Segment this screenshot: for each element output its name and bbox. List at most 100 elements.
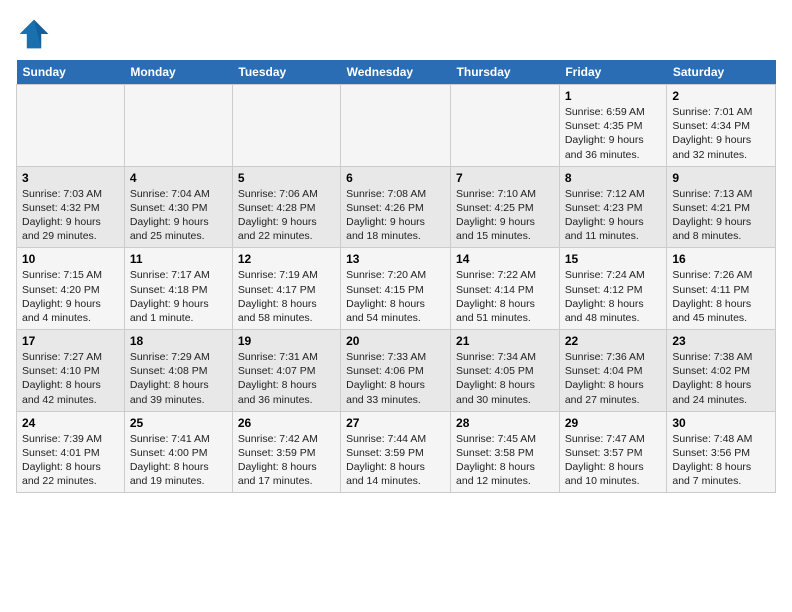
calendar-body: 1 Sunrise: 6:59 AM Sunset: 4:35 PM Daylig… <box>17 85 776 493</box>
weekday-header-monday: Monday <box>124 60 232 85</box>
calendar-cell: 24 Sunrise: 7:39 AM Sunset: 4:01 PM Dayli… <box>17 411 125 493</box>
calendar-cell: 6Sunrise: 7:08 AM Sunset: 4:26 PM Daylig… <box>341 166 451 248</box>
calendar-cell: 9Sunrise: 7:13 AM Sunset: 4:21 PM Daylig… <box>667 166 776 248</box>
weekday-header-saturday: Saturday <box>667 60 776 85</box>
day-number: 25 <box>130 416 227 430</box>
calendar-week-0: 1 Sunrise: 6:59 AM Sunset: 4:35 PM Daylig… <box>17 85 776 167</box>
day-info: Sunrise: 7:42 AM Sunset: 3:59 PM Dayligh… <box>238 432 335 489</box>
calendar-cell: 18 Sunrise: 7:29 AM Sunset: 4:08 PM Dayli… <box>124 330 232 412</box>
calendar-cell <box>17 85 125 167</box>
day-info: Sunrise: 7:17 AM Sunset: 4:18 PM Dayligh… <box>130 268 227 325</box>
calendar-cell: 11 Sunrise: 7:17 AM Sunset: 4:18 PM Dayli… <box>124 248 232 330</box>
calendar-cell <box>341 85 451 167</box>
day-number: 22 <box>565 334 662 348</box>
calendar-cell: 27 Sunrise: 7:44 AM Sunset: 3:59 PM Dayli… <box>341 411 451 493</box>
calendar-cell: 15 Sunrise: 7:24 AM Sunset: 4:12 PM Dayli… <box>559 248 667 330</box>
day-info: Sunrise: 7:13 AM Sunset: 4:21 PM Dayligh… <box>672 187 770 244</box>
day-number: 16 <box>672 252 770 266</box>
day-number: 29 <box>565 416 662 430</box>
calendar-cell: 23 Sunrise: 7:38 AM Sunset: 4:02 PM Dayli… <box>667 330 776 412</box>
day-number: 12 <box>238 252 335 266</box>
day-info: Sunrise: 7:31 AM Sunset: 4:07 PM Dayligh… <box>238 350 335 407</box>
day-number: 5 <box>238 171 335 185</box>
calendar-week-3: 17Sunrise: 7:27 AM Sunset: 4:10 PM Dayli… <box>17 330 776 412</box>
calendar-week-4: 24 Sunrise: 7:39 AM Sunset: 4:01 PM Dayli… <box>17 411 776 493</box>
day-number: 23 <box>672 334 770 348</box>
calendar-cell: 21 Sunrise: 7:34 AM Sunset: 4:05 PM Dayli… <box>451 330 560 412</box>
calendar-cell: 22 Sunrise: 7:36 AM Sunset: 4:04 PM Dayli… <box>559 330 667 412</box>
day-number: 10 <box>22 252 119 266</box>
day-info: Sunrise: 7:06 AM Sunset: 4:28 PM Dayligh… <box>238 187 335 244</box>
day-number: 3 <box>22 171 119 185</box>
logo <box>16 16 56 52</box>
day-number: 14 <box>456 252 554 266</box>
calendar-table: SundayMondayTuesdayWednesdayThursdayFrid… <box>16 60 776 493</box>
calendar-cell: 3 Sunrise: 7:03 AM Sunset: 4:32 PM Daylig… <box>17 166 125 248</box>
calendar-cell: 26 Sunrise: 7:42 AM Sunset: 3:59 PM Dayli… <box>232 411 340 493</box>
day-number: 2 <box>672 89 770 103</box>
day-info: Sunrise: 7:24 AM Sunset: 4:12 PM Dayligh… <box>565 268 662 325</box>
header <box>16 16 776 52</box>
day-info: Sunrise: 7:41 AM Sunset: 4:00 PM Dayligh… <box>130 432 227 489</box>
calendar-cell: 5 Sunrise: 7:06 AM Sunset: 4:28 PM Daylig… <box>232 166 340 248</box>
day-number: 27 <box>346 416 445 430</box>
day-number: 20 <box>346 334 445 348</box>
weekday-header-wednesday: Wednesday <box>341 60 451 85</box>
day-number: 30 <box>672 416 770 430</box>
calendar-cell: 20 Sunrise: 7:33 AM Sunset: 4:06 PM Dayli… <box>341 330 451 412</box>
calendar-week-2: 10 Sunrise: 7:15 AM Sunset: 4:20 PM Dayli… <box>17 248 776 330</box>
day-info: Sunrise: 7:12 AM Sunset: 4:23 PM Dayligh… <box>565 187 662 244</box>
logo-icon <box>16 16 52 52</box>
calendar-cell: 28 Sunrise: 7:45 AM Sunset: 3:58 PM Dayli… <box>451 411 560 493</box>
day-number: 1 <box>565 89 662 103</box>
day-info: Sunrise: 7:15 AM Sunset: 4:20 PM Dayligh… <box>22 268 119 325</box>
calendar-cell: 30Sunrise: 7:48 AM Sunset: 3:56 PM Dayli… <box>667 411 776 493</box>
weekday-header-tuesday: Tuesday <box>232 60 340 85</box>
day-number: 8 <box>565 171 662 185</box>
day-number: 26 <box>238 416 335 430</box>
calendar-cell: 1 Sunrise: 6:59 AM Sunset: 4:35 PM Daylig… <box>559 85 667 167</box>
day-info: Sunrise: 7:44 AM Sunset: 3:59 PM Dayligh… <box>346 432 445 489</box>
day-number: 4 <box>130 171 227 185</box>
calendar-cell: 12Sunrise: 7:19 AM Sunset: 4:17 PM Dayli… <box>232 248 340 330</box>
weekday-header-sunday: Sunday <box>17 60 125 85</box>
calendar-cell: 25 Sunrise: 7:41 AM Sunset: 4:00 PM Dayli… <box>124 411 232 493</box>
day-info: Sunrise: 7:29 AM Sunset: 4:08 PM Dayligh… <box>130 350 227 407</box>
weekday-header-row: SundayMondayTuesdayWednesdayThursdayFrid… <box>17 60 776 85</box>
calendar-cell: 4 Sunrise: 7:04 AM Sunset: 4:30 PM Daylig… <box>124 166 232 248</box>
day-info: Sunrise: 7:04 AM Sunset: 4:30 PM Dayligh… <box>130 187 227 244</box>
calendar-cell <box>232 85 340 167</box>
day-number: 7 <box>456 171 554 185</box>
day-info: Sunrise: 7:33 AM Sunset: 4:06 PM Dayligh… <box>346 350 445 407</box>
calendar-week-1: 3 Sunrise: 7:03 AM Sunset: 4:32 PM Daylig… <box>17 166 776 248</box>
day-info: Sunrise: 7:39 AM Sunset: 4:01 PM Dayligh… <box>22 432 119 489</box>
day-info: Sunrise: 7:22 AM Sunset: 4:14 PM Dayligh… <box>456 268 554 325</box>
day-number: 19 <box>238 334 335 348</box>
day-number: 18 <box>130 334 227 348</box>
day-number: 24 <box>22 416 119 430</box>
calendar-cell: 13Sunrise: 7:20 AM Sunset: 4:15 PM Dayli… <box>341 248 451 330</box>
calendar-cell: 10 Sunrise: 7:15 AM Sunset: 4:20 PM Dayli… <box>17 248 125 330</box>
day-number: 21 <box>456 334 554 348</box>
calendar-cell: 14 Sunrise: 7:22 AM Sunset: 4:14 PM Dayli… <box>451 248 560 330</box>
day-info: Sunrise: 7:47 AM Sunset: 3:57 PM Dayligh… <box>565 432 662 489</box>
calendar-cell: 2 Sunrise: 7:01 AM Sunset: 4:34 PM Daylig… <box>667 85 776 167</box>
calendar-cell <box>451 85 560 167</box>
day-info: Sunrise: 7:36 AM Sunset: 4:04 PM Dayligh… <box>565 350 662 407</box>
day-number: 13 <box>346 252 445 266</box>
day-info: Sunrise: 7:34 AM Sunset: 4:05 PM Dayligh… <box>456 350 554 407</box>
day-number: 28 <box>456 416 554 430</box>
calendar-cell: 7 Sunrise: 7:10 AM Sunset: 4:25 PM Daylig… <box>451 166 560 248</box>
day-info: Sunrise: 7:38 AM Sunset: 4:02 PM Dayligh… <box>672 350 770 407</box>
day-info: Sunrise: 7:03 AM Sunset: 4:32 PM Dayligh… <box>22 187 119 244</box>
day-number: 15 <box>565 252 662 266</box>
day-info: Sunrise: 7:10 AM Sunset: 4:25 PM Dayligh… <box>456 187 554 244</box>
day-number: 11 <box>130 252 227 266</box>
day-info: Sunrise: 7:45 AM Sunset: 3:58 PM Dayligh… <box>456 432 554 489</box>
calendar-cell: 29 Sunrise: 7:47 AM Sunset: 3:57 PM Dayli… <box>559 411 667 493</box>
calendar-cell: 8 Sunrise: 7:12 AM Sunset: 4:23 PM Daylig… <box>559 166 667 248</box>
calendar-cell: 16Sunrise: 7:26 AM Sunset: 4:11 PM Dayli… <box>667 248 776 330</box>
day-info: Sunrise: 7:01 AM Sunset: 4:34 PM Dayligh… <box>672 105 770 162</box>
calendar-cell: 17Sunrise: 7:27 AM Sunset: 4:10 PM Dayli… <box>17 330 125 412</box>
day-info: Sunrise: 6:59 AM Sunset: 4:35 PM Dayligh… <box>565 105 662 162</box>
